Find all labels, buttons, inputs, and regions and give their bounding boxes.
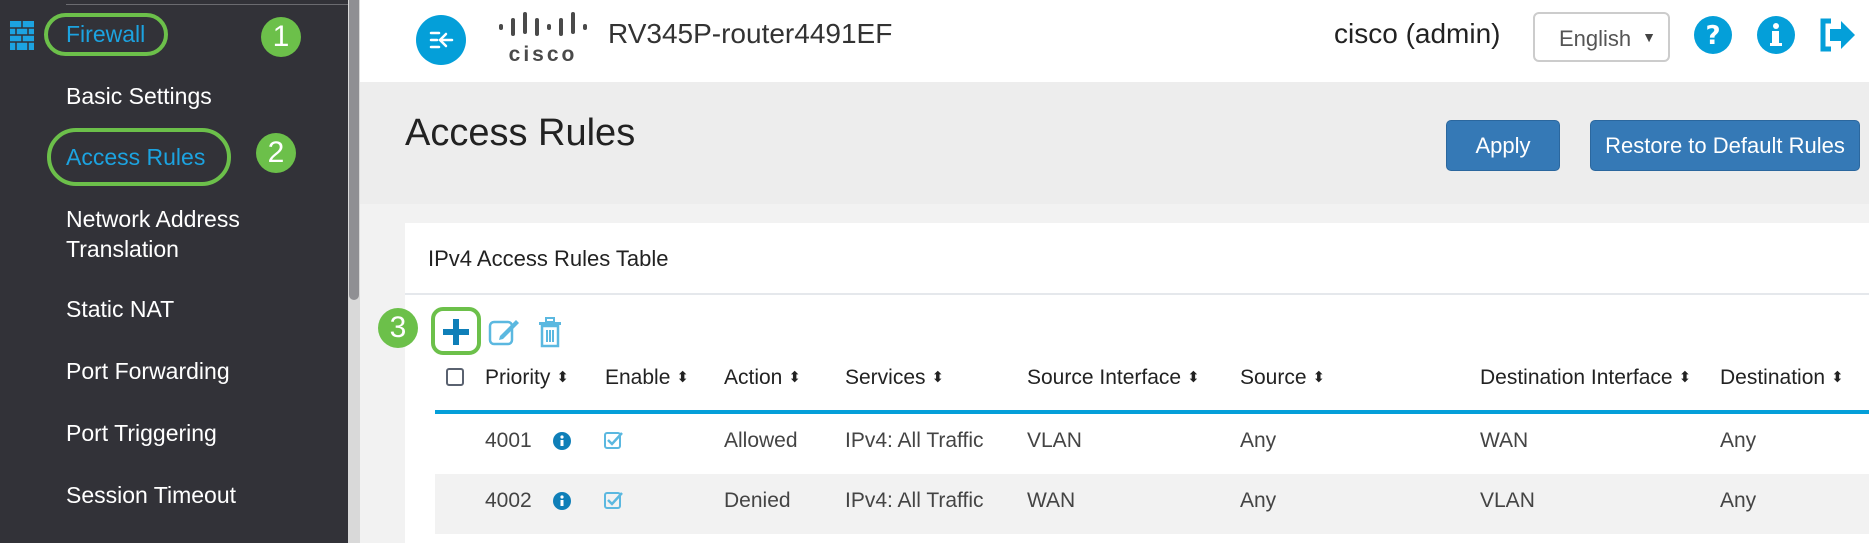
cell-source: Any [1240,489,1277,512]
enabled-checkbox-icon[interactable] [604,430,624,450]
sidebar-item-nat[interactable]: Network Address Translation [66,204,240,264]
annotation-badge-1: 1 [261,17,301,57]
annotation-ring-firewall [44,13,168,56]
table-row[interactable] [435,474,1869,534]
sort-icon: ⬍ [788,369,801,386]
cell-source: Any [1240,429,1277,452]
brand-text: cisco [508,43,578,66]
restore-default-rules-button[interactable]: Restore to Default Rules [1590,120,1860,171]
cell-action: Allowed [724,429,798,452]
divider [405,293,1869,295]
help-icon[interactable]: ? [1693,15,1733,55]
chevron-down-icon: ▼ [1642,29,1656,45]
info-icon[interactable] [553,432,571,450]
select-all-checkbox[interactable] [446,368,464,386]
column-header-source-interface[interactable]: Source Interface ⬍ [1027,366,1200,390]
logout-icon[interactable] [1817,15,1857,55]
table-title: IPv4 Access Rules Table [428,246,669,271]
annotation-ring-access-rules [47,128,231,186]
edit-icon[interactable] [486,314,522,350]
cisco-logo: cisco [497,12,589,66]
column-label: Source Interface [1027,366,1182,389]
enabled-checkbox-icon[interactable] [604,490,624,510]
firewall-icon [10,21,34,50]
column-header-priority[interactable]: Priority ⬍ [485,366,569,390]
cell-priority: 4002 [485,489,532,512]
sort-icon: ⬍ [931,369,945,386]
sidebar-item-port-triggering[interactable]: Port Triggering [66,418,217,448]
cell-priority: 4001 [485,429,532,452]
svg-text:?: ? [1705,21,1720,51]
sort-icon: ⬍ [1187,369,1200,386]
language-select[interactable]: English ▼ [1533,12,1670,62]
cell-services: IPv4: All Traffic [845,429,984,452]
column-label: Destination Interface [1480,366,1673,389]
add-icon[interactable] [438,314,474,350]
sidebar-scrollbar-thumb[interactable] [349,0,359,300]
column-label: Enable [605,366,671,389]
annotation-badge-3: 3 [378,308,418,348]
cell-destination: Any [1720,489,1757,512]
menu-toggle-icon [429,31,454,49]
sidebar-item-label: Network Address [66,206,240,232]
router-name: RV345P-router4491EF [608,18,893,49]
column-label: Services [845,366,926,389]
sort-icon: ⬍ [676,369,689,386]
annotation-badge-2: 2 [256,133,296,173]
sort-icon: ⬍ [1678,369,1692,386]
user-label: cisco (admin) [1334,18,1501,49]
info-icon[interactable] [553,492,571,510]
cisco-bars-icon [499,12,587,36]
menu-toggle-button[interactable] [416,15,466,65]
column-label: Destination [1720,366,1826,389]
column-header-action[interactable]: Action ⬍ [724,366,801,390]
column-label: Priority [485,366,551,389]
column-label: Source [1240,366,1307,389]
sidebar-item-session-timeout[interactable]: Session Timeout [66,480,236,510]
sort-icon: ⬍ [1831,369,1844,386]
cell-source-interface: WAN [1027,489,1076,512]
divider [66,4,348,5]
sidebar-item-basic-settings[interactable]: Basic Settings [66,81,212,111]
language-value: English [1559,26,1632,51]
delete-icon[interactable] [532,314,568,350]
cell-action: Denied [724,489,791,512]
sort-icon: ⬍ [556,369,569,386]
sidebar-item-label: Translation [66,236,179,262]
cell-destination-interface: WAN [1480,429,1529,452]
cell-services: IPv4: All Traffic [845,489,984,512]
cell-destination: Any [1720,429,1757,452]
column-header-destination[interactable]: Destination ⬍ [1720,366,1844,390]
column-header-source[interactable]: Source ⬍ [1240,366,1325,390]
apply-button[interactable]: Apply [1446,120,1560,171]
column-header-services[interactable]: Services ⬍ [845,366,944,390]
sidebar-item-port-forwarding[interactable]: Port Forwarding [66,356,230,386]
table-row[interactable] [435,414,1869,474]
column-header-destination-interface[interactable]: Destination Interface ⬍ [1480,366,1691,390]
column-header-enable[interactable]: Enable ⬍ [605,366,689,390]
sidebar-item-static-nat[interactable]: Static NAT [66,294,174,324]
column-label: Action [724,366,783,389]
cell-destination-interface: VLAN [1480,489,1535,512]
cell-source-interface: VLAN [1027,429,1082,452]
page-title: Access Rules [405,112,636,154]
sort-icon: ⬍ [1312,369,1326,386]
info-icon[interactable] [1756,15,1796,55]
